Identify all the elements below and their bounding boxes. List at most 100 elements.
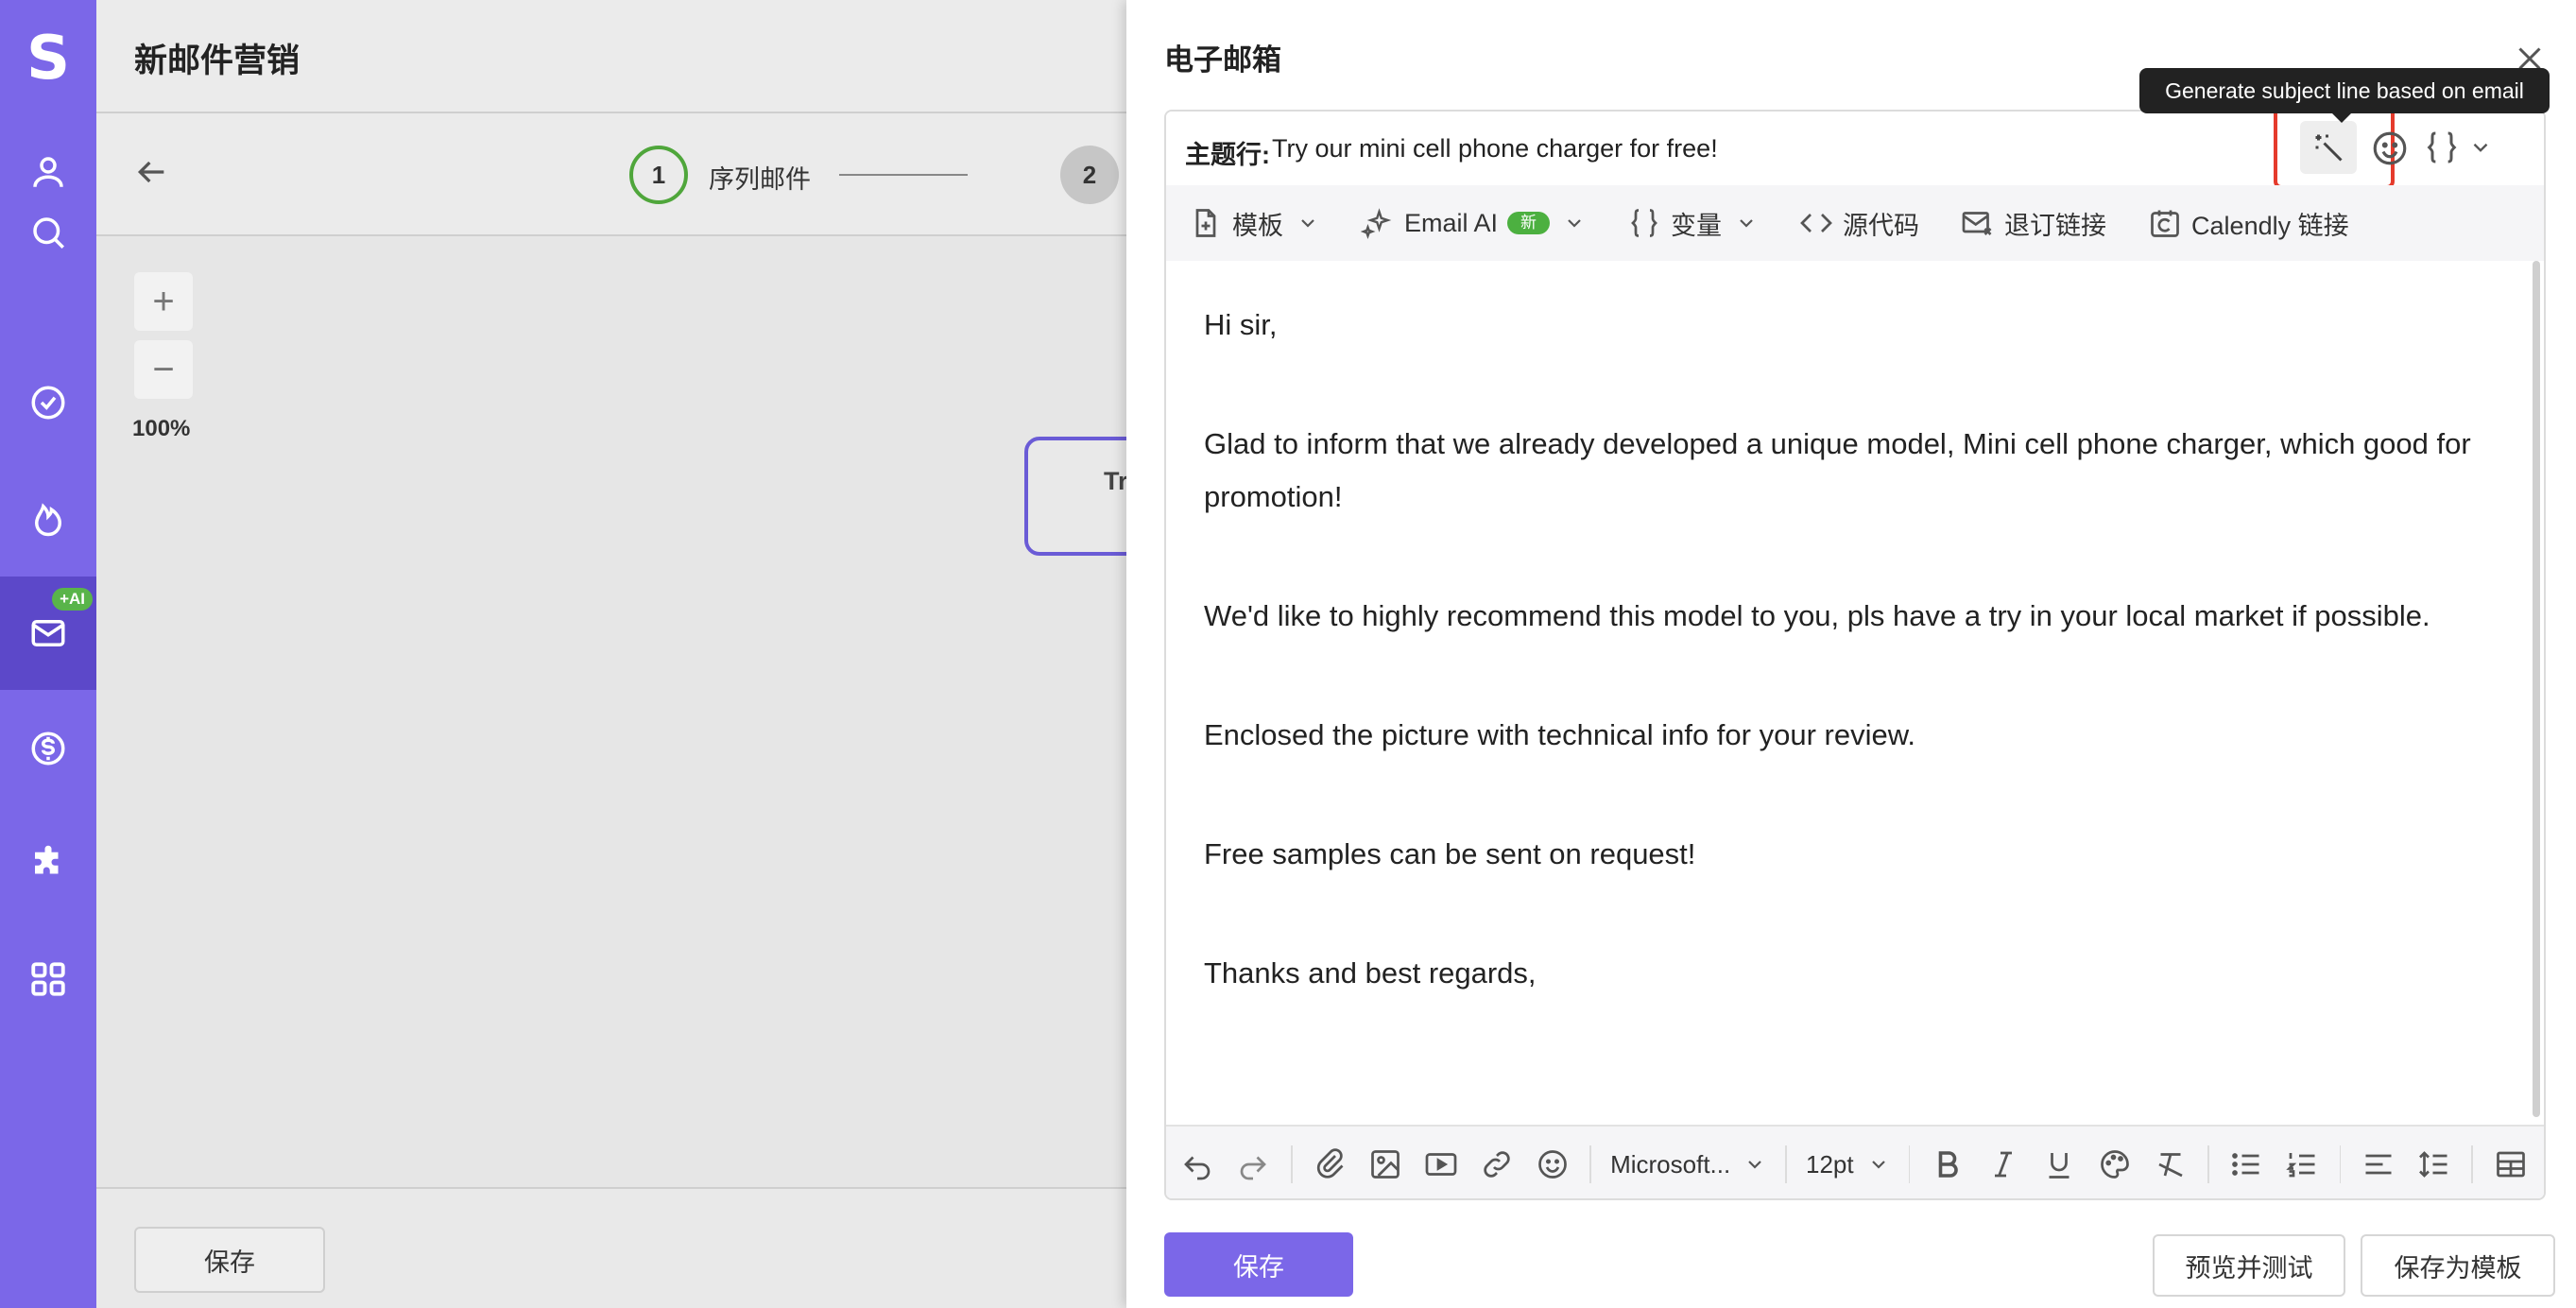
search-nav-item[interactable]: [0, 176, 96, 289]
back-arrow-icon[interactable]: [132, 153, 170, 191]
tasks-nav-item[interactable]: [0, 346, 96, 459]
underline-button[interactable]: [2040, 1144, 2077, 1185]
body-line: Free samples can be sent on request!: [1204, 837, 1696, 870]
editor-scrollbar[interactable]: [2533, 261, 2540, 1117]
clear-format-button[interactable]: [2152, 1144, 2189, 1185]
toolbar-divider: [2471, 1145, 2474, 1183]
chevron-down-icon: [1748, 1161, 1762, 1169]
redo-icon: [1241, 1156, 1267, 1180]
body-line: Enclosed the picture with technical info…: [1204, 718, 1915, 751]
apps-icon: [31, 962, 65, 996]
editor-format-toolbar: Microsoft... 12pt: [1166, 1125, 2544, 1198]
search-icon: [33, 217, 64, 249]
subject-input[interactable]: Try our mini cell phone charger for free…: [1272, 134, 1718, 164]
email-nav-item[interactable]: +AI: [0, 577, 96, 690]
billing-nav-item[interactable]: [0, 692, 96, 805]
toolbar-divider: [1290, 1145, 1293, 1183]
calendar-icon: [2151, 210, 2179, 237]
insert-emoji-button[interactable]: [1534, 1144, 1571, 1185]
insert-table-button[interactable]: [2492, 1144, 2529, 1185]
save-button[interactable]: 保存: [1164, 1232, 1353, 1297]
variable-dropdown[interactable]: [2423, 127, 2508, 168]
redo-button[interactable]: [1235, 1144, 1272, 1185]
chevron-down-icon: [1871, 1161, 1885, 1169]
align-left-icon: [2365, 1154, 2392, 1175]
hot-nav-item[interactable]: [0, 461, 96, 575]
body-line: Hi sir,: [1204, 308, 1278, 341]
source-code-button[interactable]: 源代码: [1799, 205, 1919, 242]
left-nav: S +AI: [0, 0, 96, 1308]
ai-badge: +AI: [52, 588, 93, 611]
mail-remove-icon: [1962, 212, 1992, 235]
underline-icon: [2049, 1153, 2069, 1179]
flow-canvas: + − 100% Tr: [96, 236, 1157, 1187]
check-circle-icon: [31, 386, 65, 420]
insert-video-button[interactable]: [1423, 1144, 1460, 1185]
toolbar-divider: [2339, 1145, 2342, 1183]
step-1-label: 序列邮件: [709, 165, 811, 194]
dollar-icon: [31, 731, 65, 766]
email-ai-menu[interactable]: Email AI 新: [1361, 206, 1586, 240]
toolbar-divider: [2207, 1145, 2209, 1183]
chevron-down-icon: [1740, 219, 1753, 228]
insert-link-button[interactable]: [1478, 1144, 1515, 1185]
bold-button[interactable]: [1929, 1144, 1966, 1185]
subject-label: 主题行:: [1185, 141, 1270, 169]
email-body[interactable]: Hi sir, Glad to inform that we already d…: [1166, 261, 2534, 1125]
clear-format-icon: [2157, 1153, 2183, 1178]
puzzle-icon: [35, 845, 59, 874]
undo-button[interactable]: [1179, 1144, 1216, 1185]
page-header: 新邮件营销: [96, 0, 1126, 113]
unsubscribe-link-button[interactable]: 退订链接: [1961, 205, 2106, 242]
font-family-value: Microsoft...: [1610, 1149, 1731, 1179]
bold-icon: [1938, 1151, 1958, 1178]
attach-button[interactable]: [1312, 1144, 1348, 1185]
step-connector: [839, 174, 968, 176]
insert-image-button[interactable]: [1367, 1144, 1404, 1185]
zoom-in-button[interactable]: +: [134, 272, 193, 331]
app-logo[interactable]: S: [0, 21, 96, 96]
zoom-level: 100%: [132, 416, 191, 441]
template-icon: [1195, 209, 1216, 237]
body-line: We'd like to highly recommend this model…: [1204, 599, 2430, 632]
align-button[interactable]: [2360, 1144, 2396, 1185]
step-2-circle[interactable]: 2: [1060, 146, 1119, 204]
template-menu[interactable]: 模板: [1189, 205, 1319, 242]
drawer-title: 电子邮箱: [1164, 43, 1281, 77]
toolbar-divider: [1785, 1145, 1787, 1183]
italic-button[interactable]: [1984, 1144, 2021, 1185]
apps-nav-item[interactable]: [0, 922, 96, 1036]
variables-label: 变量: [1671, 211, 1723, 240]
link-icon: [1484, 1151, 1510, 1178]
font-size-select[interactable]: 12pt: [1806, 1150, 1890, 1179]
zoom-out-button[interactable]: −: [134, 340, 193, 399]
flow-node-label: Tr: [1104, 467, 1128, 495]
bullet-list-button[interactable]: [2228, 1144, 2265, 1185]
text-color-button[interactable]: [2096, 1144, 2133, 1185]
template-label: 模板: [1232, 211, 1283, 240]
preview-test-button[interactable]: 预览并测试: [2153, 1234, 2345, 1297]
background-page: 新邮件营销 1 序列邮件 2 + − 100% Tr 保存: [96, 0, 1157, 1308]
variables-menu[interactable]: 变量: [1627, 205, 1758, 242]
body-line: Thanks and best regards,: [1204, 956, 1537, 990]
step-1-circle[interactable]: 1: [629, 146, 688, 204]
numbered-list-icon: [2286, 1153, 2315, 1178]
line-height-button[interactable]: [2415, 1144, 2452, 1185]
video-icon: [1425, 1153, 1457, 1176]
save-as-template-button[interactable]: 保存为模板: [2361, 1234, 2555, 1297]
mail-icon: [31, 620, 65, 646]
image-icon: [1371, 1150, 1400, 1179]
chevron-down-icon: [1568, 219, 1581, 228]
page-footer: 保存: [96, 1187, 1126, 1308]
font-family-select[interactable]: Microsoft...: [1610, 1150, 1766, 1179]
emoji-icon[interactable]: [2370, 129, 2410, 168]
calendly-link-button[interactable]: Calendly 链接: [2148, 205, 2349, 242]
new-badge: 新: [1507, 212, 1551, 234]
numbered-list-button[interactable]: [2284, 1144, 2321, 1185]
email-ai-label: Email AI: [1404, 208, 1499, 237]
undo-icon: [1184, 1156, 1211, 1180]
integrations-nav-item[interactable]: [0, 807, 96, 921]
font-size-value: 12pt: [1806, 1149, 1854, 1179]
page-save-button[interactable]: 保存: [134, 1227, 325, 1293]
chevron-down-icon: [1301, 219, 1314, 228]
